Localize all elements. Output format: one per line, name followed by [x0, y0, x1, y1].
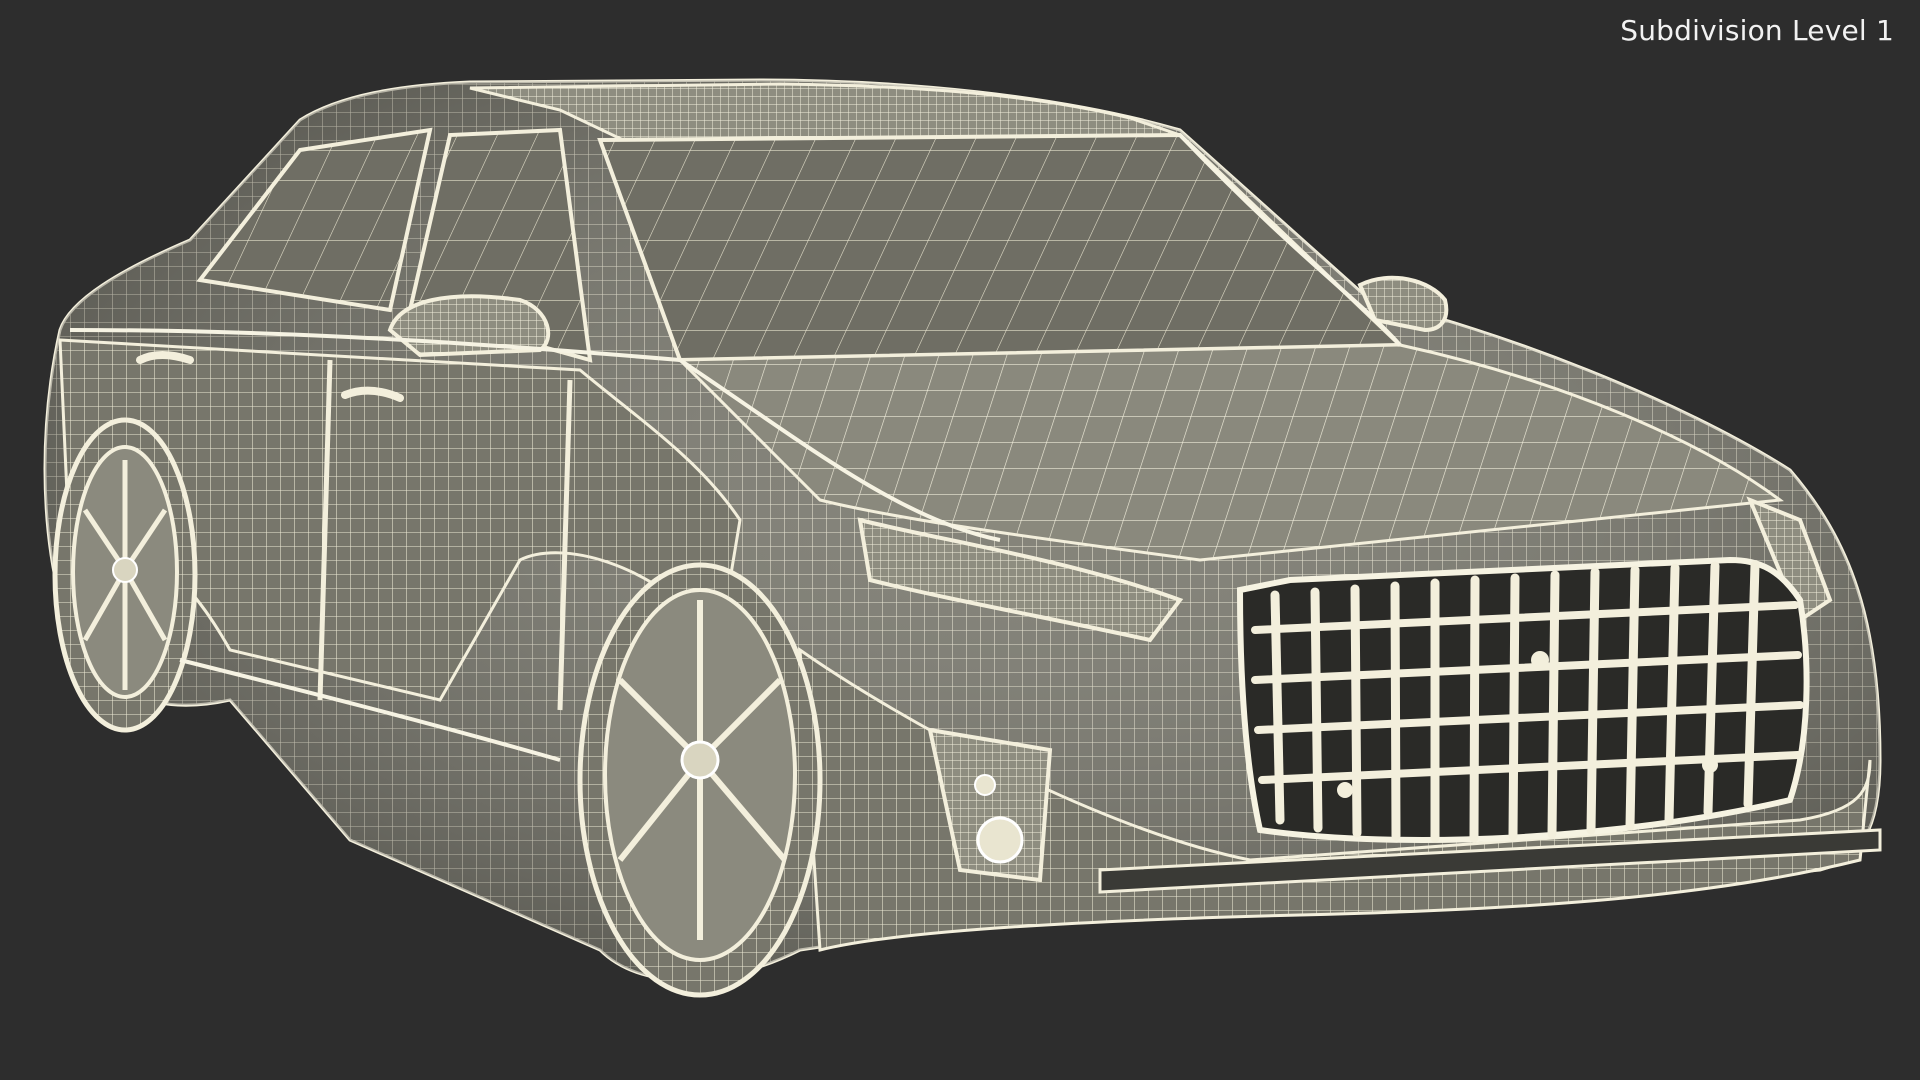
subdivision-level-label: Subdivision Level 1 — [1620, 14, 1894, 47]
car-wireframe-render — [43, 78, 1882, 998]
front-wheel — [577, 562, 823, 998]
front-grille — [1236, 556, 1810, 843]
windshield — [597, 132, 1405, 363]
rear-wheel — [52, 417, 198, 733]
render-viewport: Subdivision Level 1 — [0, 0, 1920, 1080]
